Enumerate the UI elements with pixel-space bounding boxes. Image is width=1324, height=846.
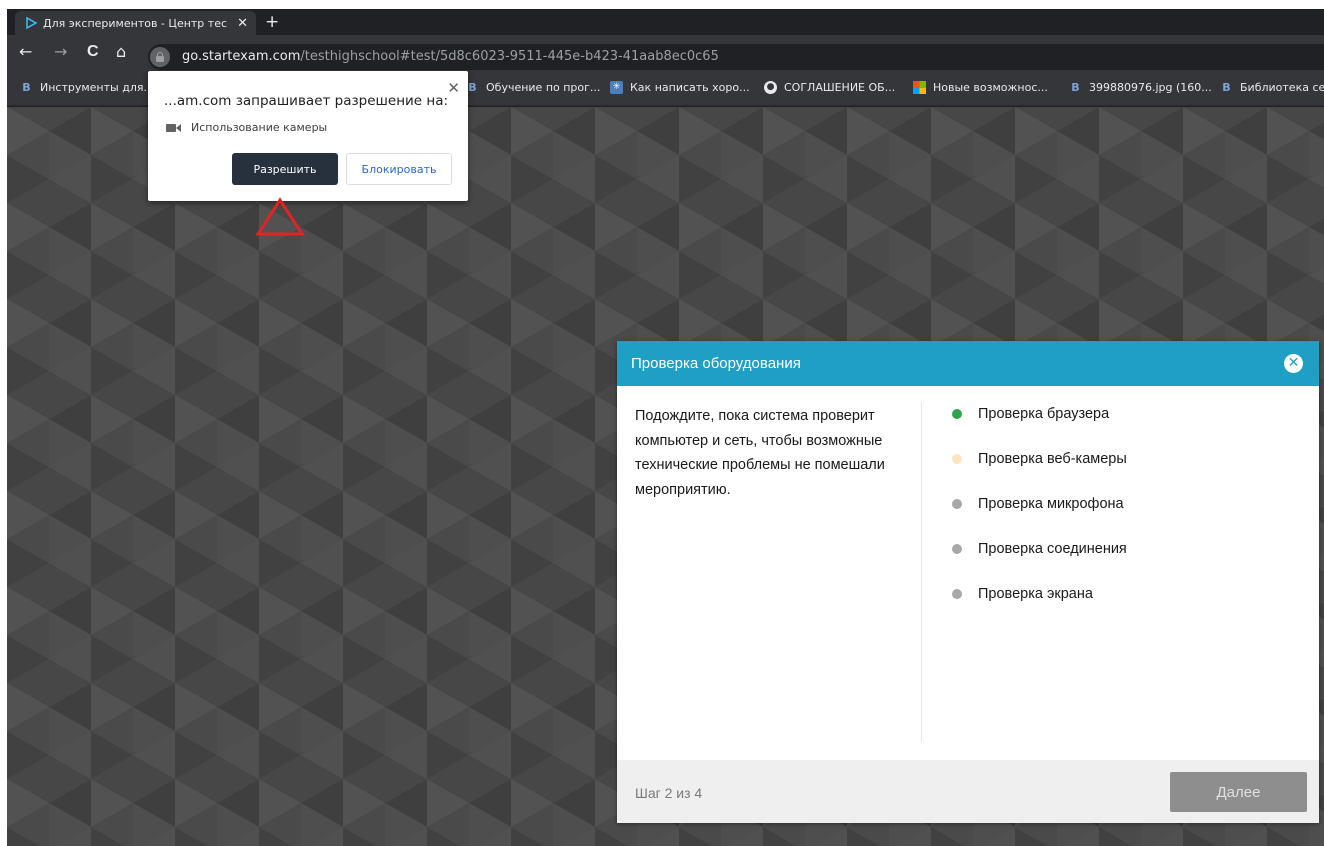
next-button[interactable]: Далее [1170,772,1307,812]
close-icon[interactable]: ✕ [1284,354,1303,373]
b-icon: B [1222,81,1231,94]
tab-title: Для экспериментов - Центр тес [43,16,228,30]
check-item-webcam: Проверка веб-камеры [952,451,1127,467]
browser-tab[interactable]: Для экспериментов - Центр тес ✕ [15,11,256,35]
allow-button[interactable]: Разрешить [232,153,338,185]
bookmark-1[interactable]: B Инструменты для... [20,81,154,94]
bookmark-label: Новые возможнос... [933,81,1048,94]
b-icon: B [1071,81,1080,94]
bookmark-label: Инструменты для... [40,81,154,94]
forward-button[interactable]: → [54,43,67,61]
browser-toolbar: ← → C ⌂ go.startexam.com/testhighschool#… [7,35,1324,73]
bookmark-label: Как написать хоро... [630,81,750,94]
bookmark-label: Обучение по прог... [486,81,601,94]
divider [921,402,922,742]
camera-permission-popup: ...am.com запрашивает разрешение на: ✕ И… [148,71,468,201]
startexam-favicon-icon [26,17,37,29]
dialog-body: Подождите, пока система проверит компьют… [617,386,1319,760]
check-label: Проверка веб-камеры [978,451,1127,467]
url-host: go.startexam.com [182,49,301,64]
address-bar[interactable]: go.startexam.com/testhighschool#test/5d8… [148,44,1324,70]
bookmark-7[interactable]: B Библиотека се [1220,81,1324,94]
status-dot-icon [952,499,962,509]
tab-close-icon[interactable]: ✕ [237,15,248,31]
dialog-message: Подождите, пока система проверит компьют… [635,408,885,498]
status-dot-icon [952,454,962,464]
dialog-footer: Шаг 2 из 4 Далее [617,760,1319,823]
bookmark-label: 399880976.jpg (160... [1089,81,1212,94]
back-button[interactable]: ← [19,43,32,61]
check-item-connection: Проверка соединения [952,541,1127,557]
dialog-header: Проверка оборудования ✕ [617,341,1319,386]
globe-icon: ● [764,81,777,94]
bookmark-6[interactable]: B 399880976.jpg (160... [1069,81,1212,94]
permission-title: ...am.com запрашивает разрешение на: [164,93,449,109]
new-tab-button[interactable]: + [265,12,279,32]
check-label: Проверка браузера [978,406,1110,422]
bookmark-5[interactable]: Новые возможнос... [913,81,1048,94]
status-dot-icon [952,589,962,599]
status-dot-icon [952,409,962,419]
step-indicator: Шаг 2 из 4 [635,785,703,801]
browser-window: Для экспериментов - Центр тес ✕ + ← → C … [7,9,1324,846]
bookmark-4[interactable]: ● СОГЛАШЕНИЕ ОБ... [764,81,895,94]
check-label: Проверка микрофона [978,496,1124,512]
lock-icon[interactable] [150,47,170,67]
status-dot-icon [952,544,962,554]
url-path: /testhighschool#test/5d8c6023-9511-445e-… [300,49,719,64]
b-icon: B [22,81,31,94]
url-text[interactable]: go.startexam.com/testhighschool#test/5d8… [182,49,719,64]
bookmark-label: Библиотека се [1240,81,1324,94]
equipment-check-dialog: Проверка оборудования ✕ Подождите, пока … [617,341,1319,823]
camera-icon [166,123,181,132]
check-item-browser: Проверка браузера [952,406,1109,422]
check-label: Проверка экрана [978,586,1093,602]
bookmark-3[interactable]: ✳ Как написать хоро... [610,81,750,94]
block-button[interactable]: Блокировать [346,153,452,185]
check-label: Проверка соединения [978,541,1127,557]
reload-button[interactable]: C [87,43,99,61]
permission-item: Использование камеры [166,121,327,134]
microsoft-icon [913,81,926,94]
home-button[interactable]: ⌂ [116,43,126,61]
check-item-screen: Проверка экрана [952,586,1093,602]
dialog-title: Проверка оборудования [631,355,801,372]
annotation-triangle-icon [255,197,305,236]
star-icon: ✳ [610,81,623,94]
bookmark-label: СОГЛАШЕНИЕ ОБ... [784,81,896,94]
tab-strip: Для экспериментов - Центр тес ✕ + [7,9,1324,35]
check-item-microphone: Проверка микрофона [952,496,1124,512]
permission-item-label: Использование камеры [191,121,328,134]
close-icon[interactable]: ✕ [447,79,460,97]
bookmark-2[interactable]: B Обучение по прог... [466,81,600,94]
